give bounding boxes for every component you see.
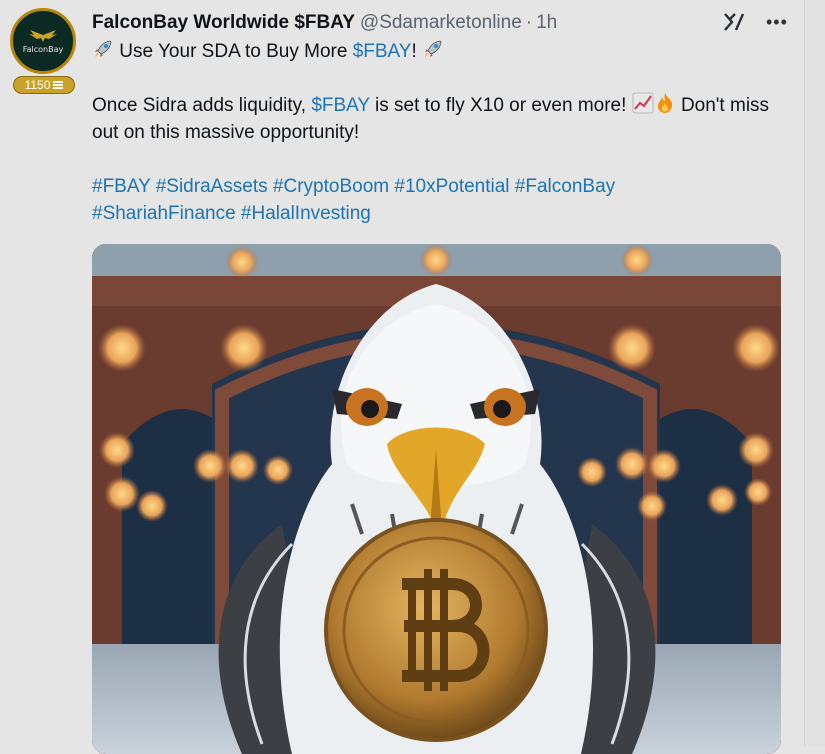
badge-count: 1150 (24, 78, 51, 92)
rocket-emoji (425, 40, 442, 57)
tweet-text: Use Your SDA to Buy More $FBAY! Once Sid… (92, 38, 792, 227)
hashtags-line-1[interactable]: #FBAY #SidraAssets #CryptoBoom #10xPoten… (92, 176, 615, 197)
grok-icon[interactable] (722, 10, 746, 34)
coin-icon (53, 81, 64, 89)
cashtag-link[interactable]: $FBAY (353, 41, 412, 62)
avatar-container: FalconBay 1150 (8, 8, 80, 94)
separator-dot: · (525, 12, 533, 33)
para2-mid: is set to fly X10 or even more! (369, 95, 632, 116)
line1-end: ! (411, 41, 417, 62)
score-badge[interactable]: 1150 (13, 76, 75, 94)
line1-text: Use Your SDA to Buy More (119, 41, 353, 62)
scrollbar[interactable] (804, 0, 825, 747)
hashtags: #FBAY #SidraAssets #CryptoBoom #10xPoten… (92, 173, 792, 227)
falcon-bitcoin-illustration (92, 244, 781, 754)
more-icon[interactable]: ••• (766, 10, 788, 34)
tweet-line-1: Use Your SDA to Buy More $FBAY! (92, 38, 792, 65)
tweet-header: FalconBay Worldwide $FBAY @Sdamarketonli… (92, 11, 557, 35)
chart-increasing-emoji (632, 92, 654, 114)
cashtag-link[interactable]: $FBAY (311, 95, 369, 116)
falcon-logo-icon (29, 29, 57, 42)
tweet-actions: ••• (722, 10, 788, 34)
avatar-logo-text: FalconBay (22, 44, 64, 54)
rocket-emoji (95, 40, 112, 57)
display-name[interactable]: FalconBay Worldwide $FBAY (92, 12, 355, 34)
para2-text: Once Sidra adds liquidity, (92, 95, 312, 116)
tweet-image[interactable] (92, 244, 781, 754)
avatar[interactable]: FalconBay (10, 8, 76, 74)
fire-emoji (657, 93, 672, 113)
tweet-paragraph-2: Once Sidra adds liquidity, $FBAY is set … (92, 92, 792, 146)
hashtags-line-2[interactable]: #ShariahFinance #HalalInvesting (92, 203, 371, 224)
tweet-card[interactable]: FalconBay 1150 FalconBay Worldwide $FBAY… (0, 0, 805, 754)
timestamp[interactable]: 1h (536, 12, 557, 34)
user-handle[interactable]: @Sdamarketonline (360, 12, 522, 34)
